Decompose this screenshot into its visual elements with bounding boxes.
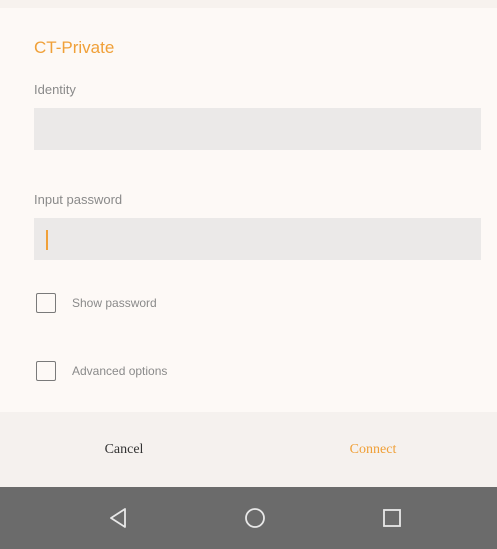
home-button[interactable] (215, 487, 295, 549)
advanced-options-checkbox[interactable] (36, 361, 56, 381)
show-password-checkbox[interactable] (36, 293, 56, 313)
dialog-title: CT-Private (34, 38, 115, 57)
identity-label: Identity (34, 82, 76, 97)
identity-field[interactable] (34, 108, 481, 150)
advanced-options-row[interactable]: Advanced options (36, 359, 167, 383)
advanced-options-label: Advanced options (72, 364, 168, 378)
text-cursor (46, 230, 48, 250)
show-password-label: Show password (72, 296, 157, 310)
password-label: Input password (34, 192, 123, 207)
password-field[interactable] (34, 218, 481, 260)
back-button[interactable] (78, 487, 158, 549)
status-strip (0, 0, 497, 8)
home-circle-icon (245, 508, 265, 528)
wifi-connect-screen: CT-Private Identity Input password Show … (0, 0, 497, 549)
connect-button[interactable]: Connect (249, 412, 497, 487)
recent-apps-square-icon (383, 509, 401, 527)
navigation-bar (0, 487, 497, 549)
cancel-button[interactable]: Cancel (0, 412, 248, 487)
dialog-button-bar: Cancel Connect (0, 412, 497, 487)
wifi-dialog: CT-Private Identity Input password Show … (0, 8, 497, 412)
show-password-row[interactable]: Show password (36, 291, 157, 315)
recent-apps-button[interactable] (352, 487, 432, 549)
back-triangle-icon (110, 508, 126, 528)
